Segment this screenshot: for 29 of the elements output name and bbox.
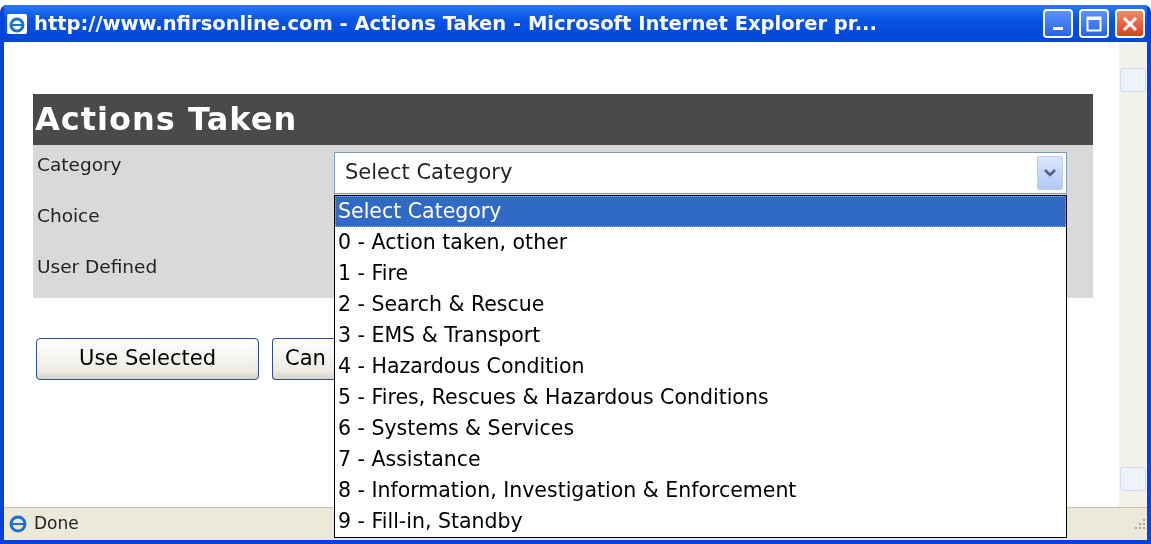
- field-label: User Defined: [36, 255, 159, 279]
- maximize-button[interactable]: [1079, 9, 1109, 38]
- dropdown-option[interactable]: 9 - Fill-in, Standby: [335, 506, 1066, 537]
- cancel-button[interactable]: Can: [272, 338, 334, 380]
- browser-icon: [8, 514, 28, 534]
- dropdown-option[interactable]: 7 - Assistance: [335, 444, 1066, 475]
- dropdown-option[interactable]: 3 - EMS & Transport: [335, 320, 1066, 351]
- dropdown-option[interactable]: 2 - Search & Rescue: [335, 289, 1066, 320]
- category-select[interactable]: Select Category: [334, 152, 1067, 194]
- status-text: Done: [34, 512, 79, 536]
- dropdown-option[interactable]: Select Category: [335, 196, 1066, 227]
- minimize-button[interactable]: [1043, 9, 1073, 38]
- window-title: http://www.nfirsonline.com - Actions Taken - Microsoft Internet Explorer pr...: [34, 10, 878, 37]
- maximize-icon: [1086, 15, 1102, 32]
- close-button[interactable]: [1115, 9, 1145, 38]
- use-selected-button[interactable]: Use Selected: [36, 338, 259, 380]
- dropdown-option[interactable]: 6 - Systems & Services: [335, 413, 1066, 444]
- close-icon: [1122, 15, 1138, 32]
- dropdown-option[interactable]: 4 - Hazardous Condition: [335, 351, 1066, 382]
- dropdown-option[interactable]: 5 - Fires, Rescues & Hazardous Conditions: [335, 382, 1066, 413]
- dropdown-option[interactable]: 8 - Information, Investigation & Enforcement: [335, 475, 1066, 506]
- page-heading: Actions Taken: [33, 94, 1093, 145]
- resize-grip-icon: [1133, 517, 1147, 531]
- minimize-icon: [1053, 27, 1063, 30]
- field-label: Category: [36, 153, 123, 177]
- field-label: Choice: [36, 204, 101, 228]
- browser-icon: [6, 12, 28, 35]
- dropdown-option[interactable]: 0 - Action taken, other: [335, 227, 1066, 258]
- dropdown-option[interactable]: 1 - Fire: [335, 258, 1066, 289]
